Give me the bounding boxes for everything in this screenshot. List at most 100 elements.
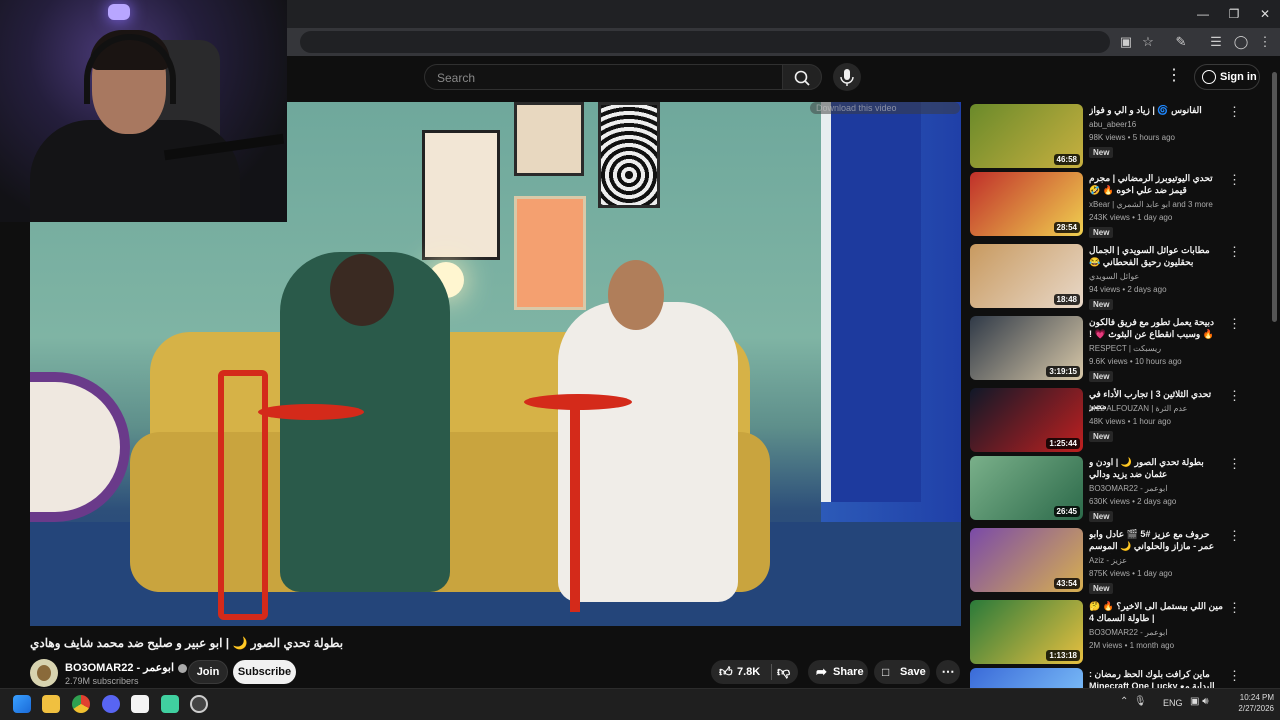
like-icon[interactable]: 👍︎ <box>719 660 733 684</box>
video-thumbnail[interactable]: 46:58 <box>970 104 1083 168</box>
recommendation-channel[interactable]: xBear | ابو عابد الشمري and 3 more <box>1089 200 1229 209</box>
video-scene-logo <box>30 372 130 522</box>
recommendation-item[interactable]: 1:25:44 تحدي الثلاثين 3 | تجارب الأداء ف… <box>970 388 1260 456</box>
video-thumbnail[interactable]: 43:54 <box>970 528 1083 592</box>
scrollbar-thumb[interactable] <box>1272 72 1277 322</box>
profile-icon[interactable]: ◯ <box>1232 33 1250 51</box>
recommendation-channel[interactable]: عوائل السويدي <box>1089 272 1229 281</box>
network-volume-icons[interactable]: ▣ 🔊︎ <box>1190 696 1209 707</box>
maximize-icon[interactable]: ❐ <box>1219 4 1249 24</box>
video-scene-poster <box>422 130 500 260</box>
item-menu-icon[interactable]: ⋮ <box>1228 528 1241 544</box>
app-icon[interactable] <box>131 695 149 713</box>
video-thumbnail[interactable]: 3:19:15 <box>970 316 1083 380</box>
recommendation-channel[interactable]: BO3OMAR22 - ابوعمر <box>1089 484 1229 493</box>
new-badge: New <box>1089 371 1114 382</box>
duration-badge: 18:48 <box>1053 294 1080 305</box>
recommendation-title[interactable]: تحدي اليوتيوبرز الرمضاني | مجرم قيمز ضد … <box>1089 172 1224 198</box>
clock[interactable]: 10:24 PM 2/27/2026 <box>1226 692 1274 714</box>
item-menu-icon[interactable]: ⋮ <box>1228 172 1241 188</box>
address-bar[interactable] <box>300 31 1110 53</box>
browser-menu-icon[interactable]: ⋮ <box>1256 33 1274 51</box>
recommendation-channel[interactable]: BO3OMAR22 - ابوعمر <box>1089 628 1229 637</box>
recommendation-item[interactable]: 18:48 مطابات عوائل السويدي | الجمال بحقل… <box>970 244 1260 312</box>
search-button[interactable] <box>782 64 822 90</box>
settings-menu-icon[interactable]: ⋮ <box>1166 66 1182 86</box>
recommendation-meta: 2M views • 1 month ago <box>1089 641 1175 650</box>
discord-icon[interactable] <box>102 695 120 713</box>
item-menu-icon[interactable]: ⋮ <box>1228 388 1241 404</box>
video-thumbnail[interactable]: 26:45 <box>970 456 1083 520</box>
sign-in-button[interactable]: Sign in <box>1194 64 1260 90</box>
recommendation-meta: 630K views • 2 days ago <box>1089 497 1177 506</box>
recommendation-meta: 48K views • 1 hour ago <box>1089 417 1171 426</box>
channel-name[interactable]: BO3OMAR22 - ابوعمر <box>65 661 188 674</box>
video-thumbnail[interactable] <box>970 668 1083 688</box>
item-menu-icon[interactable]: ⋮ <box>1228 316 1241 332</box>
recommendation-item[interactable]: 3:19:15 دبيحة يعمل تطور مع فريق فالكون 🔥… <box>970 316 1260 384</box>
subscriber-count: 2.79M subscribers <box>65 676 139 686</box>
recommendation-meta: 875K views • 1 day ago <box>1089 569 1173 578</box>
recommendation-title[interactable]: مين اللي بيستمل الى الاخير؟ 🔥 🤔 | طاولة … <box>1089 600 1224 626</box>
save-button[interactable]: □ Save <box>874 660 930 684</box>
recommendation-title[interactable]: ماين كرافت بلوك الحظ رمضان : البداية مع … <box>1089 668 1224 688</box>
steam-icon[interactable] <box>190 695 208 713</box>
minimize-icon[interactable]: — <box>1188 4 1218 24</box>
video-thumbnail[interactable]: 28:54 <box>970 172 1083 236</box>
share-button[interactable]: ➦ Share <box>808 660 868 684</box>
windows-start-icon[interactable] <box>13 695 31 713</box>
video-thumbnail[interactable]: 1:13:18 <box>970 600 1083 664</box>
join-button[interactable]: Join <box>188 660 228 684</box>
share-label: Share <box>833 666 864 678</box>
recommendation-item[interactable]: 1:13:18 مين اللي بيستمل الى الاخير؟ 🔥 🤔 … <box>970 600 1260 668</box>
item-menu-icon[interactable]: ⋮ <box>1228 456 1241 472</box>
extensions-icon[interactable]: ✎ <box>1172 33 1190 51</box>
bookmark-star-icon[interactable]: ☆ <box>1139 33 1157 51</box>
clock-date: 2/27/2026 <box>1238 704 1274 713</box>
recommendation-channel[interactable]: RESPECT | ريسبكت <box>1089 344 1229 353</box>
search-input[interactable]: Search <box>424 64 782 90</box>
item-menu-icon[interactable]: ⋮ <box>1228 104 1241 120</box>
recommendation-channel[interactable]: Aziz - عزيز <box>1089 556 1229 565</box>
recommendation-channel[interactable]: M12 ALFOUZAN | عدم الثرة <box>1089 404 1229 413</box>
close-icon[interactable]: ✕ <box>1250 4 1280 24</box>
app-icon[interactable] <box>161 695 179 713</box>
recommendation-title[interactable]: بطولة تحدي الصور 🌙 | اودن و عثمان ضد يزي… <box>1089 456 1224 482</box>
avatar[interactable] <box>30 659 58 687</box>
video-scene-person-head <box>330 254 394 326</box>
voice-search-button[interactable] <box>833 63 861 91</box>
more-actions-button[interactable]: ⋯ <box>936 660 960 684</box>
item-menu-icon[interactable]: ⋮ <box>1228 600 1241 616</box>
download-hint[interactable]: Download this video <box>810 102 960 114</box>
recommendation-channel[interactable]: abu_abeer16 <box>1089 120 1229 129</box>
video-scene-person <box>558 302 738 602</box>
video-thumbnail[interactable]: 1:25:44 <box>970 388 1083 452</box>
media-controls-icon[interactable]: ☰ <box>1207 33 1225 51</box>
recommendation-title[interactable]: دبيحة يعمل تطور مع فريق فالكون 🔥 وسبب ان… <box>1089 316 1224 342</box>
file-explorer-icon[interactable] <box>42 695 60 713</box>
account-icon <box>1202 70 1216 84</box>
chrome-icon[interactable] <box>72 695 90 713</box>
duration-badge: 3:19:15 <box>1046 366 1080 377</box>
channel-name-text: BO3OMAR22 - ابوعمر <box>65 662 175 674</box>
scrollbar[interactable] <box>1271 60 1278 684</box>
recommendation-item[interactable]: 43:54 حروف مع عزيز #5 🎬 عادل وابو عمر - … <box>970 528 1260 596</box>
item-menu-icon[interactable]: ⋮ <box>1228 668 1241 684</box>
recommendation-meta: 243K views • 1 day ago <box>1089 213 1173 222</box>
like-count[interactable]: 7.8K <box>737 666 760 678</box>
recommendation-item[interactable]: 26:45 بطولة تحدي الصور 🌙 | اودن و عثمان … <box>970 456 1260 524</box>
recommendation-item[interactable]: 28:54 تحدي اليوتيوبرز الرمضاني | مجرم قي… <box>970 172 1260 240</box>
subscribe-button[interactable]: Subscribe <box>233 660 296 684</box>
item-menu-icon[interactable]: ⋮ <box>1228 244 1241 260</box>
dislike-icon[interactable]: 👎︎ <box>777 660 790 684</box>
recommendation-title[interactable]: مطابات عوائل السويدي | الجمال بحقليون رح… <box>1089 244 1224 270</box>
recommendation-item[interactable]: 46:58 الفانوس 🌀 | زياد و الي و فواز abu_… <box>970 104 1260 172</box>
recommendation-item[interactable]: ماين كرافت بلوك الحظ رمضان : البداية مع … <box>970 668 1260 688</box>
install-app-icon[interactable]: ▣ <box>1117 33 1135 51</box>
language-indicator[interactable]: ENG <box>1163 698 1183 708</box>
webcam-light <box>108 4 130 20</box>
video-thumbnail[interactable]: 18:48 <box>970 244 1083 308</box>
system-tray[interactable]: ⌃ 🎙︎ <box>1120 696 1160 710</box>
recommendation-title[interactable]: حروف مع عزيز #5 🎬 عادل وابو عمر - مازاز … <box>1089 528 1224 554</box>
duration-badge: 1:13:18 <box>1046 650 1080 661</box>
